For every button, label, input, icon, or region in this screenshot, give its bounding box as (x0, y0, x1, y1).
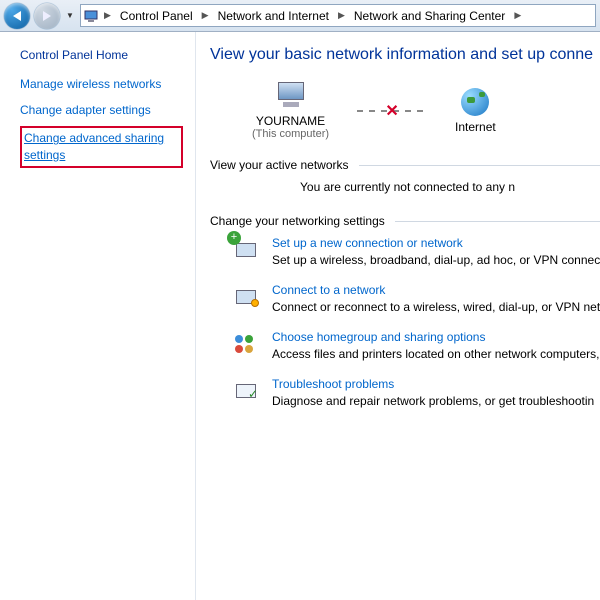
task-list: + Set up a new connection or network Set… (210, 236, 600, 408)
network-center-icon (83, 8, 99, 24)
troubleshoot-icon (232, 377, 260, 405)
sidebar-item-advanced-sharing[interactable]: Change advanced sharing settings (20, 126, 183, 167)
crumb-network-sharing[interactable]: Network and Sharing Center (350, 7, 509, 25)
change-settings-header: Change your networking settings (210, 214, 600, 228)
task-title[interactable]: Troubleshoot problems (272, 377, 594, 391)
main-content: View your basic network information and … (195, 32, 600, 600)
node-computer-name: YOURNAME (256, 114, 325, 128)
address-bar[interactable]: ▶ Control Panel ▶ Network and Internet ▶… (80, 4, 596, 27)
section-label: Change your networking settings (210, 214, 385, 228)
sidebar-item-change-adapter[interactable]: Change adapter settings (20, 102, 183, 118)
navbar: ▼ ▶ Control Panel ▶ Network and Internet… (0, 0, 600, 32)
active-networks-status: You are currently not connected to any n (210, 180, 600, 194)
node-this-computer[interactable]: YOURNAME (This computer) (252, 82, 329, 140)
task-setup-connection[interactable]: + Set up a new connection or network Set… (232, 236, 600, 267)
new-connection-icon: + (232, 236, 260, 264)
crumb-control-panel[interactable]: Control Panel (116, 7, 197, 25)
connection-line: ✕ (357, 110, 427, 112)
nav-forward-button[interactable] (34, 3, 60, 29)
task-title[interactable]: Set up a new connection or network (272, 236, 600, 250)
active-networks-header: View your active networks (210, 158, 600, 172)
task-homegroup-sharing[interactable]: Choose homegroup and sharing options Acc… (232, 330, 600, 361)
node-internet-label: Internet (455, 120, 496, 134)
network-map: YOURNAME (This computer) ✕ Internet (210, 82, 600, 140)
divider (395, 221, 600, 222)
arrow-right-icon (43, 11, 51, 21)
nav-history-dropdown[interactable]: ▼ (64, 3, 76, 29)
chevron-right-icon[interactable]: ▶ (335, 10, 348, 21)
divider (359, 165, 600, 166)
task-title[interactable]: Choose homegroup and sharing options (272, 330, 600, 344)
chevron-right-icon[interactable]: ▶ (199, 10, 212, 21)
node-internet[interactable]: Internet (455, 88, 496, 134)
sidebar-home-link[interactable]: Control Panel Home (20, 48, 183, 62)
task-troubleshoot[interactable]: Troubleshoot problems Diagnose and repai… (232, 377, 600, 408)
task-desc: Set up a wireless, broadband, dial-up, a… (272, 253, 600, 267)
computer-icon (274, 82, 308, 110)
page-title: View your basic network information and … (210, 46, 600, 64)
disconnected-icon: ✕ (385, 101, 398, 121)
task-desc: Diagnose and repair network problems, or… (272, 394, 594, 408)
connect-network-icon (232, 283, 260, 311)
nav-back-button[interactable] (4, 3, 30, 29)
sidebar-item-manage-wireless[interactable]: Manage wireless networks (20, 76, 183, 92)
task-desc: Connect or reconnect to a wireless, wire… (272, 300, 600, 314)
task-connect-network[interactable]: Connect to a network Connect or reconnec… (232, 283, 600, 314)
chevron-right-icon[interactable]: ▶ (101, 10, 114, 21)
crumb-network-internet[interactable]: Network and Internet (214, 7, 333, 25)
arrow-left-icon (13, 11, 21, 21)
homegroup-icon (232, 330, 260, 358)
globe-icon (461, 88, 489, 116)
section-label: View your active networks (210, 158, 349, 172)
sidebar: Control Panel Home Manage wireless netwo… (0, 32, 195, 600)
task-title[interactable]: Connect to a network (272, 283, 600, 297)
chevron-right-icon[interactable]: ▶ (511, 10, 524, 21)
node-computer-sub: (This computer) (252, 128, 329, 140)
task-desc: Access files and printers located on oth… (272, 347, 600, 361)
